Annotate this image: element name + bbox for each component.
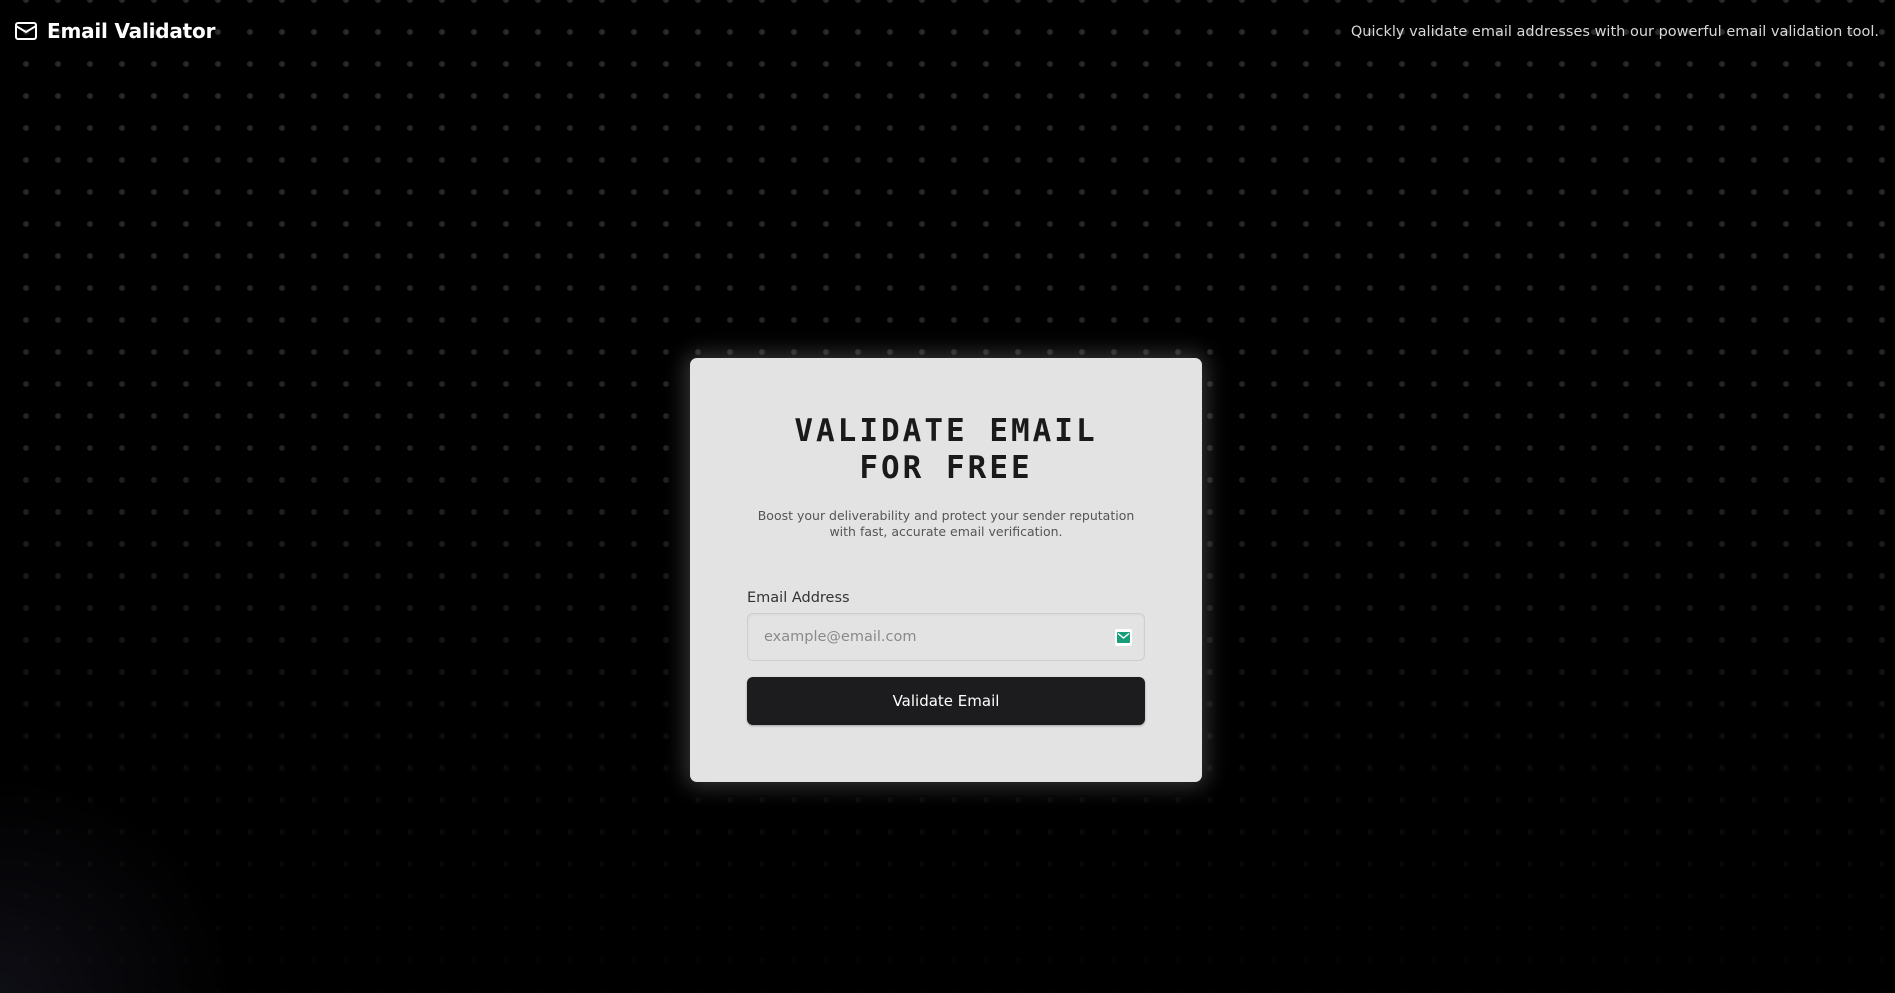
card-description: Boost your deliverability and protect yo… [757, 508, 1135, 539]
envelope-icon [1115, 629, 1132, 646]
email-input[interactable] [748, 614, 1144, 660]
card-title-line-1: VALIDATE EMAIL [794, 413, 1098, 449]
background-glow [0, 773, 240, 993]
validator-card: VALIDATE EMAIL FOR FREE Boost your deliv… [690, 358, 1202, 782]
mail-icon [14, 19, 38, 43]
validate-email-button[interactable]: Validate Email [747, 677, 1145, 725]
email-field-label: Email Address [747, 590, 850, 606]
card-title-line-2: FOR FREE [859, 450, 1033, 486]
email-field [747, 613, 1145, 661]
brand[interactable]: Email Validator [14, 19, 215, 43]
app-title: Email Validator [47, 19, 216, 43]
top-bar: Email Validator Quickly validate email a… [0, 0, 1895, 64]
header-tagline: Quickly validate email addresses with ou… [1350, 24, 1879, 40]
card-title: VALIDATE EMAIL FOR FREE [690, 413, 1202, 487]
